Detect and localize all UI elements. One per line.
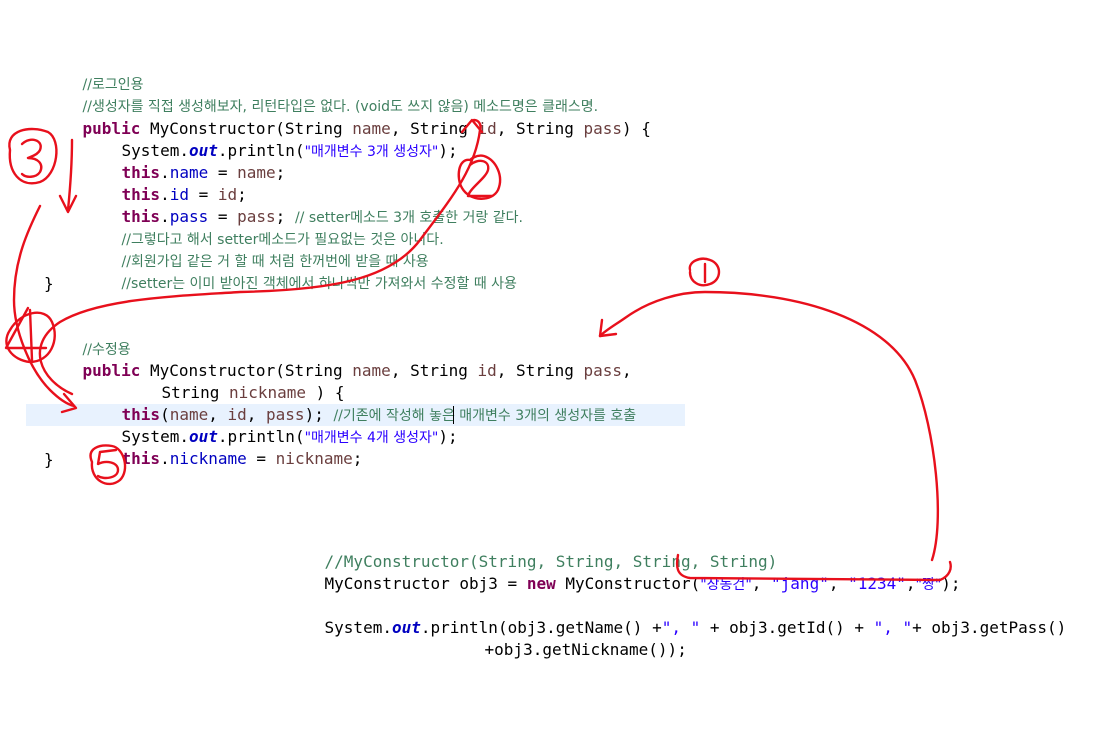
print-getnickname: +obj3.getNickname()); — [484, 640, 687, 659]
field-nickname: nickname — [169, 449, 247, 468]
code-line-close-brace-2: } — [44, 450, 54, 469]
param-name: name — [352, 361, 391, 380]
code-line-close-brace-1: } — [44, 274, 54, 293]
system-class: System. — [324, 618, 392, 637]
code-line-print-obj3-cont: +obj3.getNickname()); — [446, 617, 687, 659]
string-3params: "매개변수 3개 생성자" — [304, 144, 439, 160]
code-line-assign-name: this.name = name; — [121, 163, 286, 182]
obj3-declaration: MyConstructor obj3 = — [324, 574, 527, 593]
code-line-this-call: this(name, id, pass); //기존에 작성해 놓은 매개변수 … — [121, 405, 637, 424]
code-line-comment-setter-usage: //setter는 이미 받아진 객체에서 하나씩만 가져와서 수정할 때 사용 — [83, 250, 517, 292]
code-line-println-4: System.out.println("매개변수 4개 생성자"); — [121, 427, 458, 446]
code-line-comment-signup: //회원가입 같은 거 할 때 처럼 한꺼번에 받을 때 사용 — [83, 228, 429, 270]
code-line-assign-pass: this.pass = pass; // setter메소드 3개 호출한 거랑… — [121, 207, 523, 226]
separator-string-2: ", " — [873, 618, 913, 637]
print-getpass: + obj3.getPass() — [912, 618, 1067, 637]
code-line-ctor4-signature: public MyConstructor(String name, String… — [82, 361, 632, 380]
code-line-comment-signature: //MyConstructor(String, String, String, … — [286, 529, 778, 571]
param-nickname: nickname — [275, 449, 353, 468]
type-string: String — [410, 361, 468, 380]
type-string: String — [516, 119, 574, 138]
text-caret — [453, 406, 454, 424]
keyword-this: this — [121, 449, 161, 468]
arg-string-2: "jang" — [771, 574, 829, 593]
code-line-ctor3-signature: public MyConstructor(String name, String… — [82, 119, 651, 138]
comment-setter-usage: //setter는 이미 받아진 객체에서 하나씩만 가져와서 수정할 때 사용 — [121, 276, 517, 292]
arg-string-3: "1234" — [848, 574, 906, 593]
code-editor[interactable]: //로그인용 //생성자를 직접 생성해보자, 리턴타입은 없다. (void도… — [0, 0, 1108, 745]
code-line-comment-not-useless: //그렇다고 해서 setter메소드가 필요없는 것은 아니다. — [83, 206, 444, 248]
code-line-obj3-decl: MyConstructor obj3 = new MyConstructor("… — [324, 574, 961, 593]
print-getid: + obj3.getId() + — [700, 618, 874, 637]
static-field-out: out — [391, 618, 421, 637]
code-line-assign-nickname: this.nickname = nickname; — [121, 449, 363, 468]
param-id: id — [477, 361, 497, 380]
arg-string-1: "장동건" — [700, 577, 752, 593]
code-line-ctor4-signature-cont: String nickname ) { — [161, 383, 345, 402]
code-line-comment-modify: //수정용 — [44, 316, 131, 358]
param-id: id — [477, 119, 497, 138]
param-pass: pass — [583, 119, 623, 138]
type-string: String — [516, 361, 574, 380]
code-line-println-3: System.out.println("매개변수 3개 생성자"); — [121, 141, 458, 160]
code-line-comment-ctor: //생성자를 직접 생성해보자, 리턴타입은 없다. (void도 쓰지 않음)… — [44, 73, 599, 115]
ctor-call: MyConstructor( — [555, 574, 701, 593]
code-line-print-obj3: System.out.println(obj3.getName() +", " … — [286, 595, 1067, 637]
code-line-assign-id: this.id = id; — [121, 185, 247, 204]
param-pass: pass — [583, 361, 623, 380]
code-line-comment-login: //로그인용 — [44, 51, 144, 93]
keyword-new: new — [526, 574, 556, 593]
arg-string-4: "짱" — [915, 577, 942, 593]
